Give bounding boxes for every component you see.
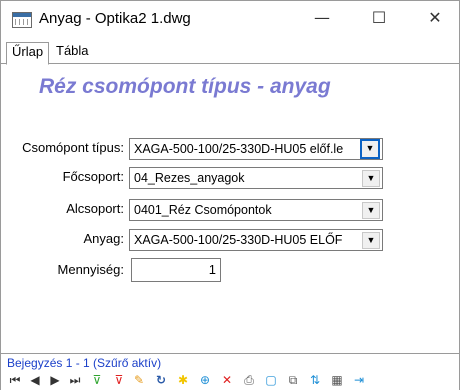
- next-record-icon[interactable]: ▶: [47, 372, 63, 388]
- mennyiseg-label: Mennyiség:: [57, 262, 124, 277]
- alcsoport-label: Alcsoport:: [66, 201, 124, 216]
- sort-icon[interactable]: ⇅: [307, 372, 323, 388]
- title-bar: Anyag - Optika2 1.dwg — ☐ ✕: [1, 1, 459, 37]
- focsoport-label: Főcsoport:: [62, 169, 124, 184]
- focsoport-value: 04_Rezes_anyagok: [134, 171, 245, 185]
- first-record-icon[interactable]: ⏮: [7, 372, 23, 388]
- focsoport-combo[interactable]: 04_Rezes_anyagok ▼: [129, 167, 383, 189]
- tab-tabla[interactable]: Tábla: [51, 42, 94, 62]
- record-status: Bejegyzés 1 - 1 (Szűrő aktív): [7, 356, 162, 370]
- new-record-icon[interactable]: ✱: [175, 372, 191, 388]
- anyag-value: XAGA-500-100/25-330D-HU05 ELŐF: [134, 233, 343, 247]
- print-icon[interactable]: ⎙: [241, 372, 257, 388]
- prev-record-icon[interactable]: ◀: [27, 372, 43, 388]
- anyag-combo[interactable]: XAGA-500-100/25-330D-HU05 ELŐF ▼: [129, 229, 383, 251]
- mennyiseg-value: 1: [208, 262, 216, 277]
- copy-icon[interactable]: ⧉: [285, 372, 301, 388]
- alcsoport-combo[interactable]: 0401_Réz Csomópontok ▼: [129, 199, 383, 221]
- app-table-icon: [12, 12, 32, 28]
- edit-icon[interactable]: ✎: [131, 372, 147, 388]
- close-button[interactable]: ✕: [423, 7, 447, 29]
- select-icon[interactable]: ▢: [263, 372, 279, 388]
- anyag-label: Anyag:: [83, 231, 124, 246]
- dropdown-arrow-icon[interactable]: ▼: [360, 139, 380, 159]
- dropdown-arrow-icon[interactable]: ▼: [362, 232, 380, 249]
- refresh-icon[interactable]: ↻: [153, 372, 169, 388]
- csomopont-tipus-label: Csomópont típus:: [22, 140, 124, 155]
- filter-add-icon[interactable]: ⊽: [89, 372, 105, 388]
- minimize-button[interactable]: —: [310, 7, 334, 29]
- delete-icon[interactable]: ✕: [219, 372, 235, 388]
- alcsoport-value: 0401_Réz Csomópontok: [134, 203, 272, 217]
- csomopont-tipus-value: XAGA-500-100/25-330D-HU05 előf.le: [134, 142, 344, 156]
- form-title: Réz csomópont típus - anyag: [39, 75, 331, 98]
- tab-bar: Űrlap Tábla: [1, 37, 459, 65]
- table-view-icon[interactable]: ▦: [329, 372, 345, 388]
- status-bar: Bejegyzés 1 - 1 (Szűrő aktív) ⏮ ◀ ▶ ⏭ ⊽ …: [1, 353, 459, 390]
- window-title: Anyag - Optika2 1.dwg: [39, 10, 191, 27]
- csomopont-tipus-combo[interactable]: XAGA-500-100/25-330D-HU05 előf.le ▼: [129, 138, 383, 160]
- tab-urlap[interactable]: Űrlap: [6, 42, 50, 65]
- zoom-icon[interactable]: ⊕: [197, 372, 213, 388]
- dropdown-arrow-icon[interactable]: ▼: [362, 202, 380, 219]
- last-record-icon[interactable]: ⏭: [67, 372, 83, 388]
- dropdown-arrow-icon[interactable]: ▼: [362, 170, 380, 187]
- exit-icon[interactable]: ⇥: [351, 372, 367, 388]
- filter-remove-icon[interactable]: ⊽: [111, 372, 127, 388]
- mennyiseg-input[interactable]: 1: [131, 258, 221, 282]
- window: Anyag - Optika2 1.dwg — ☐ ✕ Űrlap Tábla …: [0, 0, 460, 390]
- maximize-button[interactable]: ☐: [367, 7, 391, 29]
